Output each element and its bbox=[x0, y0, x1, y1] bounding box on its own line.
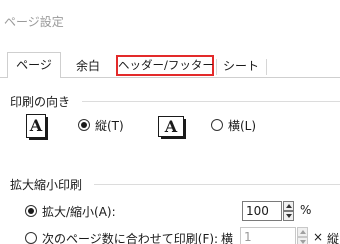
tab-page[interactable]: ページ bbox=[7, 52, 61, 78]
landscape-radio[interactable] bbox=[211, 119, 223, 131]
page-setup-dialog: ページ設定 ページ 余白 ヘッダー/フッター シート 印刷の向き A 縦(T) … bbox=[0, 0, 340, 244]
spin-up-button[interactable] bbox=[297, 227, 308, 237]
orientation-heading: 印刷の向き bbox=[10, 95, 71, 109]
dialog-title: ページ設定 bbox=[4, 15, 64, 29]
tab-header-footer[interactable]: ヘッダー/フッター bbox=[116, 55, 214, 76]
orientation-group-rule bbox=[82, 101, 340, 102]
landscape-icon-letter: A bbox=[164, 117, 178, 136]
arrow-down-icon bbox=[286, 214, 292, 218]
fit-to-label[interactable]: 次のページ数に合わせて印刷(F): bbox=[42, 230, 218, 244]
fit-times-symbol: × bbox=[313, 230, 324, 244]
fit-wide-spinner bbox=[297, 227, 308, 244]
adjust-percent-spinner bbox=[283, 201, 294, 221]
fit-tall-label: 縦 bbox=[327, 232, 340, 244]
adjust-to-label[interactable]: 拡大/縮小(A): bbox=[42, 203, 116, 220]
landscape-radio-label[interactable]: 横(L) bbox=[228, 117, 256, 134]
spin-up-button[interactable] bbox=[283, 201, 294, 211]
scaling-group-rule bbox=[94, 184, 340, 185]
tab-separator bbox=[216, 59, 217, 75]
portrait-page-icon: A bbox=[26, 114, 48, 140]
arrow-up-icon bbox=[286, 204, 292, 208]
fit-wide-label: 横 bbox=[221, 232, 234, 244]
portrait-icon-letter: A bbox=[29, 116, 43, 135]
tab-sheet[interactable]: シート bbox=[218, 56, 264, 77]
fit-to-radio[interactable] bbox=[25, 232, 37, 244]
scaling-heading: 拡大縮小印刷 bbox=[10, 178, 83, 192]
arrow-up-icon bbox=[300, 230, 306, 234]
portrait-radio-label[interactable]: 縦(T) bbox=[95, 117, 124, 134]
adjust-to-radio[interactable] bbox=[25, 205, 37, 217]
adjust-percent-input[interactable]: 100 bbox=[242, 201, 282, 221]
landscape-page-icon: A bbox=[158, 116, 186, 139]
tab-separator bbox=[266, 59, 267, 75]
portrait-radio[interactable] bbox=[78, 119, 90, 131]
tab-margins[interactable]: 余白 bbox=[62, 56, 114, 77]
arrow-down-icon bbox=[300, 240, 306, 244]
fit-wide-input[interactable]: 1 bbox=[240, 227, 296, 244]
percent-unit: % bbox=[300, 203, 312, 217]
spin-down-button[interactable] bbox=[297, 237, 308, 244]
spin-down-button[interactable] bbox=[283, 211, 294, 221]
